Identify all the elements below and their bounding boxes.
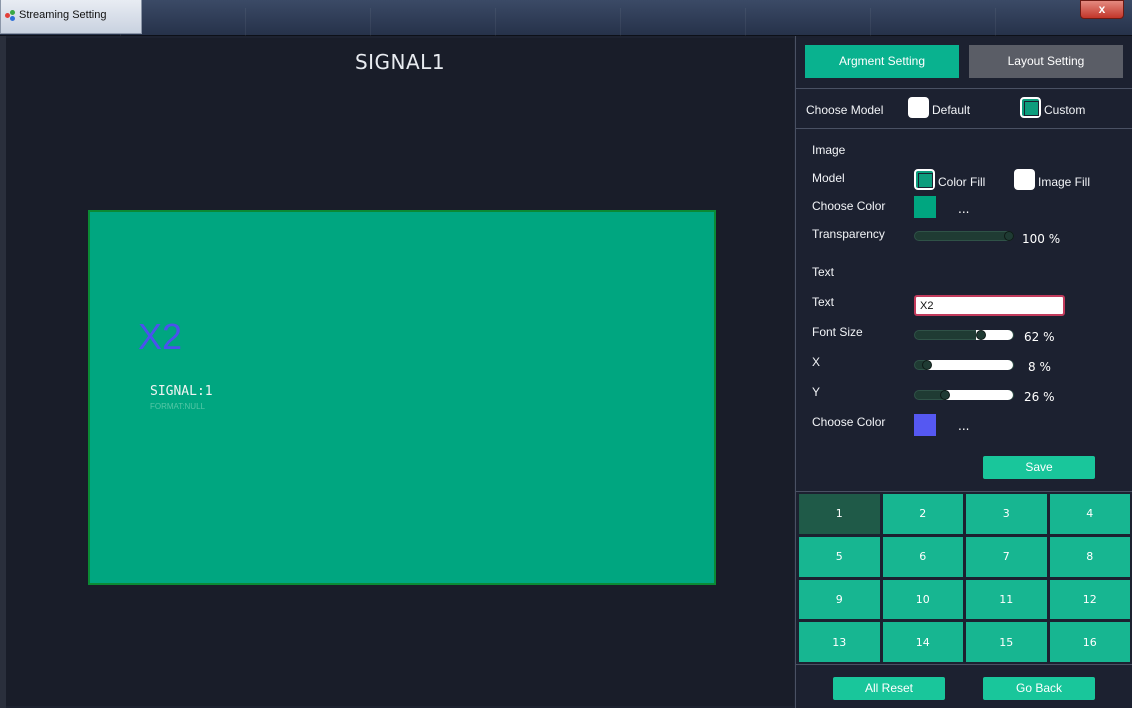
y-value: 26 % [1024,390,1055,404]
font-size-slider[interactable] [914,330,1014,340]
image-model-label: Model [812,171,845,185]
image-color-more-button[interactable]: ... [958,202,969,216]
background-toolbar-icons [120,8,1120,36]
x-value: 8 % [1028,360,1051,374]
slider-knob[interactable] [940,390,950,400]
grid-cell[interactable]: 8 [1049,536,1130,577]
y-label: Y [812,385,821,399]
grid-cell[interactable]: 9 [799,579,880,620]
go-back-button[interactable]: Go Back [983,677,1095,700]
custom-model-label: Custom [1044,103,1086,117]
settings-panel: Argment Setting Layout Setting Choose Mo… [795,36,1132,708]
signal-title: SIGNAL1 [354,50,446,74]
grid-cell[interactable]: 11 [966,579,1047,620]
slider-knob[interactable] [1004,231,1014,241]
layout-grid: 1 2 3 4 5 6 7 8 9 10 11 12 13 14 15 16 [799,494,1130,662]
divider [796,664,1132,665]
text-field-label: Text [812,295,835,309]
grid-cell[interactable]: 16 [1049,622,1130,662]
grid-cell[interactable]: 5 [799,536,880,577]
text-section-label: Text [812,265,835,279]
window-title-tab: Streaming Setting [0,0,142,34]
y-slider[interactable] [914,390,1014,400]
tab-layout-setting[interactable]: Layout Setting [969,45,1123,78]
color-fill-label: Color Fill [938,175,986,189]
overlay-text: X2 [138,316,183,357]
default-model-checkbox[interactable] [908,97,929,118]
all-reset-button[interactable]: All Reset [833,677,945,700]
window-title: Streaming Setting [19,9,107,21]
choose-model-label: Choose Model [806,103,884,117]
grid-cell[interactable]: 12 [1049,579,1130,620]
signal-label: SIGNAL:1 [150,384,213,399]
slider-knob[interactable] [922,360,932,370]
close-button[interactable]: x [1080,0,1124,19]
title-bar: Streaming Setting x [0,0,1132,36]
grid-cell[interactable]: 1 [799,494,880,534]
font-size-value: 62 % [1024,330,1055,344]
format-label: FORMAT:NULL [150,402,205,411]
image-section-label: Image [812,143,846,157]
grid-cell[interactable]: 6 [882,536,963,577]
tab-argment-setting[interactable]: Argment Setting [805,45,959,78]
slider-fill [946,390,1013,400]
grid-cell[interactable]: 7 [966,536,1047,577]
streaming-setting-window: Streaming Setting x SIGNAL1 X2 SIGNAL:1 … [0,0,1132,708]
preview-area: SIGNAL1 X2 SIGNAL:1 FORMAT:NULL [6,38,794,706]
grid-cell[interactable]: 4 [1049,494,1130,534]
overlay-text-input[interactable] [914,295,1065,316]
app-icon [5,10,19,22]
grid-cell[interactable]: 14 [882,622,963,662]
text-choose-color-label: Choose Color [812,415,886,429]
text-color-swatch[interactable] [914,414,936,436]
font-size-label: Font Size [812,325,863,339]
default-model-label: Default [932,103,971,117]
image-choose-color-label: Choose Color [812,199,886,213]
grid-cell[interactable]: 13 [799,622,880,662]
transparency-label: Transparency [812,227,885,241]
preview-canvas: X2 SIGNAL:1 FORMAT:NULL [88,210,716,585]
x-label: X [812,355,821,369]
slider-knob[interactable] [976,330,986,340]
divider [796,128,1132,129]
grid-cell[interactable]: 3 [966,494,1047,534]
image-color-swatch[interactable] [914,196,936,218]
grid-cell[interactable]: 15 [966,622,1047,662]
transparency-slider[interactable] [914,231,1014,241]
image-fill-checkbox[interactable] [1014,169,1035,190]
text-color-more-button[interactable]: ... [958,419,969,433]
grid-cell[interactable]: 2 [882,494,963,534]
custom-model-checkbox[interactable] [1020,97,1041,118]
divider [796,88,1132,89]
slider-fill [926,360,1013,370]
x-slider[interactable] [914,360,1014,370]
color-fill-checkbox[interactable] [914,169,935,190]
transparency-value: 100 % [1022,232,1061,246]
image-fill-label: Image Fill [1038,175,1091,189]
grid-cell[interactable]: 10 [882,579,963,620]
divider [796,491,1132,492]
save-button[interactable]: Save [983,456,1095,479]
